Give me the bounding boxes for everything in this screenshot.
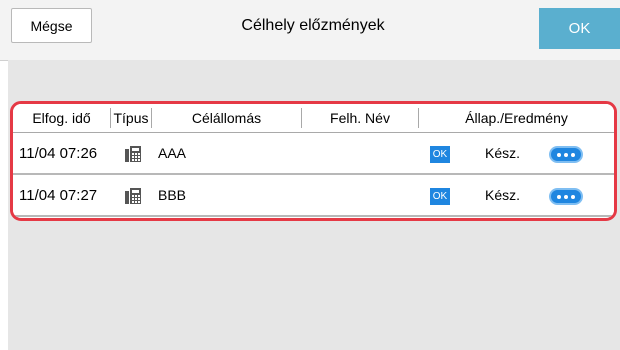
row-status-text: Kész. (485, 145, 521, 161)
details-button[interactable] (549, 188, 583, 205)
fax-icon (125, 188, 141, 204)
destination-history-table: Elfog. idő Típus Célállomás Felh. Név Ál… (10, 101, 617, 221)
more-icon-dot (564, 194, 568, 199)
table-header: Elfog. idő Típus Célállomás Felh. Név Ál… (13, 104, 614, 133)
column-header-type[interactable]: Típus (111, 104, 151, 132)
more-icon-dot (557, 152, 561, 157)
status-ok-badge: OK (430, 188, 450, 205)
top-bar: Mégse Célhely előzmények OK (0, 0, 620, 61)
more-icon-dot (571, 194, 575, 199)
column-header-status[interactable]: Állap./Eredmény (419, 104, 614, 132)
column-header-destination[interactable]: Célállomás (152, 104, 301, 132)
table-row[interactable]: 11/04 07:26 AAA OK Kész. (13, 133, 614, 175)
row-time: 11/04 07:26 (19, 144, 98, 162)
row-status-text: Kész. (485, 187, 521, 203)
details-button[interactable] (549, 146, 583, 163)
row-time: 11/04 07:27 (19, 186, 98, 204)
more-icon-dot (564, 152, 568, 157)
ok-button[interactable]: OK (539, 8, 620, 49)
page-title: Célhely előzmények (241, 16, 385, 34)
more-icon-dot (571, 152, 575, 157)
status-ok-badge: OK (430, 146, 450, 163)
cancel-button[interactable]: Mégse (11, 8, 92, 43)
column-header-time[interactable]: Elfog. idő (13, 104, 110, 132)
row-destination: BBB (158, 187, 187, 203)
fax-icon (125, 146, 141, 162)
table-row[interactable]: 11/04 07:27 BBB OK Kész. (13, 175, 614, 217)
column-header-user[interactable]: Felh. Név (302, 104, 418, 132)
row-destination: AAA (158, 145, 187, 161)
more-icon-dot (557, 194, 561, 199)
